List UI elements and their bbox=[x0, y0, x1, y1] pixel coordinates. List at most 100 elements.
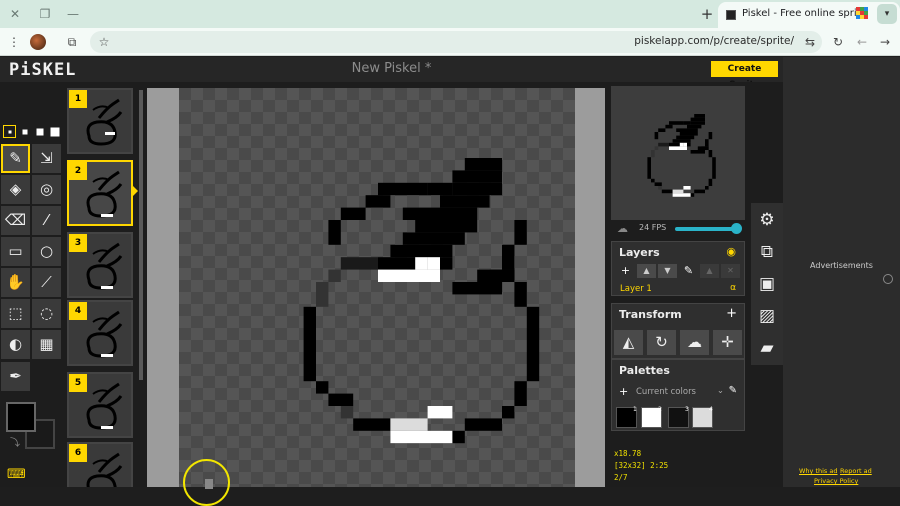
sprite-pixel bbox=[672, 139, 691, 143]
merge-layer-icon[interactable]: ▲ bbox=[700, 264, 719, 278]
move-layer-down-icon[interactable]: ▼ bbox=[658, 264, 677, 278]
lighten-tool-icon[interactable]: ◐ bbox=[1, 330, 30, 359]
browser-tab-bar: ✕ ❐ — + Piskel - Free online sprite edit… bbox=[0, 0, 900, 28]
mirror-pen-tool-icon[interactable]: ⇲ bbox=[32, 144, 61, 173]
report-ad-link[interactable]: Report ad bbox=[840, 467, 872, 475]
privacy-policy-link[interactable]: Privacy Policy bbox=[814, 477, 858, 485]
rectangle-selection-tool-icon[interactable]: ⬚ bbox=[1, 299, 30, 328]
color-picker-tool-icon[interactable]: ✒ bbox=[1, 362, 30, 391]
palette-select[interactable]: Current colors ⌄ bbox=[636, 386, 724, 397]
frame-thumbnail[interactable]: 5 bbox=[67, 372, 133, 438]
resize-icon[interactable]: ⧉ bbox=[754, 239, 780, 265]
sprite-pixel bbox=[340, 207, 366, 220]
sprite-pixel bbox=[676, 135, 695, 140]
why-this-ad-link[interactable]: Why this ad bbox=[799, 467, 838, 475]
paint-bucket-tool-icon[interactable]: ◈ bbox=[1, 175, 30, 204]
paint-same-color-tool-icon[interactable]: ◎ bbox=[32, 175, 61, 204]
sprite-pixel bbox=[390, 430, 453, 444]
sprite-pixel bbox=[705, 139, 709, 147]
primary-color-swatch[interactable] bbox=[6, 402, 36, 432]
frame-thumbnail[interactable]: 6 bbox=[67, 442, 133, 487]
sprite-name-title[interactable]: New Piskel * bbox=[0, 61, 783, 76]
forward-arrow-icon[interactable]: → bbox=[877, 34, 893, 50]
tab-search-chevron-icon[interactable]: ▾ bbox=[877, 4, 897, 24]
sprite-pixel bbox=[669, 142, 691, 147]
eraser-tool-icon[interactable]: ⌫ bbox=[1, 206, 30, 235]
sprite-pixel bbox=[647, 157, 651, 168]
frame-thumbnail[interactable]: 3 bbox=[67, 232, 133, 298]
clone-sheep-icon[interactable]: ☁ bbox=[680, 330, 709, 355]
flip-horizontal-icon[interactable]: ◭ bbox=[614, 330, 643, 355]
sprite-pixel bbox=[651, 178, 655, 183]
keyboard-shortcuts-icon[interactable]: ⌨ bbox=[7, 467, 26, 482]
onion-skin-icon[interactable]: ☁ bbox=[617, 222, 628, 235]
sprite-pixel bbox=[672, 189, 684, 194]
back-arrow-icon[interactable]: ← bbox=[854, 34, 870, 50]
layer-visibility-eye-icon[interactable]: ◉ bbox=[726, 245, 736, 258]
palettes-title: Palettes bbox=[619, 364, 670, 377]
dithering-tool-icon[interactable]: ▦ bbox=[32, 330, 61, 359]
stroke-tool-icon[interactable]: ⁄ bbox=[32, 206, 61, 235]
window-minimize-icon[interactable]: — bbox=[64, 5, 82, 23]
sprite-pixel bbox=[697, 146, 709, 150]
frame-sprite-thumbnail bbox=[86, 242, 123, 290]
edit-palette-pencil-icon[interactable]: ✎ bbox=[729, 385, 737, 396]
frame-thumbnail[interactable]: 2 bbox=[67, 160, 138, 226]
center-align-icon[interactable]: ✛ bbox=[713, 330, 742, 355]
pen-size-1[interactable] bbox=[3, 125, 16, 138]
reload-icon[interactable]: ↻ bbox=[830, 34, 846, 50]
add-palette-button[interactable]: + bbox=[619, 385, 628, 398]
window-restore-icon[interactable]: ❐ bbox=[36, 5, 54, 23]
google-apps-icon[interactable] bbox=[856, 7, 868, 19]
pen-tool-icon[interactable]: ✎ bbox=[1, 144, 30, 173]
fps-slider-handle[interactable] bbox=[731, 223, 742, 234]
more-menu-icon[interactable]: ⋮ bbox=[6, 34, 22, 50]
add-layer-button[interactable]: + bbox=[616, 264, 635, 278]
swap-colors-icon[interactable]: ⤵ bbox=[10, 434, 20, 449]
sprite-pixel bbox=[690, 117, 705, 122]
settings-gear-icon[interactable]: ⚙ bbox=[754, 207, 780, 233]
circle-tool-icon[interactable]: ○ bbox=[32, 237, 61, 266]
frame-sprite-thumbnail bbox=[86, 310, 123, 358]
shape-selection-tool-icon[interactable]: ⟋ bbox=[32, 268, 61, 297]
sprite-pixel bbox=[328, 393, 354, 406]
lasso-selection-tool-icon[interactable]: ◌ bbox=[32, 299, 61, 328]
mouse-cursor-icon bbox=[205, 479, 213, 489]
create-sprite-button[interactable]: Create Sprite bbox=[711, 61, 778, 90]
transform-expand-button[interactable]: + bbox=[726, 306, 737, 321]
advertisements-label: Advertisements bbox=[810, 261, 873, 270]
rename-layer-pencil-icon[interactable]: ✎ bbox=[679, 264, 698, 278]
address-bar[interactable]: ☆ piskelapp.com/p/create/sprite/ ⇆ bbox=[90, 31, 822, 53]
pen-size-4[interactable] bbox=[48, 125, 61, 138]
sprite-pixel bbox=[316, 282, 329, 307]
frame-thumbnail[interactable]: 1 bbox=[67, 88, 133, 154]
sprite-pixel bbox=[378, 182, 428, 196]
move-hand-tool-icon[interactable]: ✋ bbox=[1, 268, 30, 297]
export-image-icon[interactable]: ▨ bbox=[754, 303, 780, 329]
frames-scrollbar[interactable] bbox=[139, 90, 143, 380]
frame-thumbnail[interactable]: 4 bbox=[67, 300, 133, 366]
profile-avatar[interactable] bbox=[30, 34, 46, 50]
drawing-canvas[interactable] bbox=[179, 88, 575, 487]
rectangle-tool-icon[interactable]: ▭ bbox=[1, 237, 30, 266]
move-layer-up-icon[interactable]: ▲ bbox=[637, 264, 656, 278]
open-folder-icon[interactable]: ▰ bbox=[754, 335, 780, 361]
ad-settings-icon[interactable] bbox=[883, 274, 893, 284]
fps-slider-track[interactable] bbox=[675, 227, 737, 231]
pen-size-2[interactable] bbox=[18, 125, 31, 138]
layers-title: Layers bbox=[619, 246, 660, 259]
save-floppy-icon[interactable]: ▣ bbox=[754, 271, 780, 297]
extensions-puzzle-icon[interactable]: ⧉ bbox=[64, 34, 80, 50]
pen-size-3[interactable] bbox=[33, 125, 46, 138]
delete-layer-icon[interactable]: ✕ bbox=[721, 264, 740, 278]
sprite-pixel bbox=[679, 142, 684, 147]
animation-preview[interactable] bbox=[611, 86, 745, 220]
new-tab-button[interactable]: + bbox=[698, 5, 716, 23]
rotate-icon[interactable]: ↻ bbox=[647, 330, 676, 355]
browser-tab-piskel[interactable]: Piskel - Free online sprite editor × bbox=[718, 2, 900, 28]
layer-item-name[interactable]: Layer 1 bbox=[620, 284, 652, 294]
site-settings-tune-icon[interactable]: ⇆ bbox=[802, 34, 818, 50]
window-close-icon[interactable]: ✕ bbox=[6, 5, 24, 23]
layer-opacity-alpha[interactable]: α bbox=[730, 283, 736, 293]
bookmark-star-icon[interactable]: ☆ bbox=[96, 34, 112, 50]
